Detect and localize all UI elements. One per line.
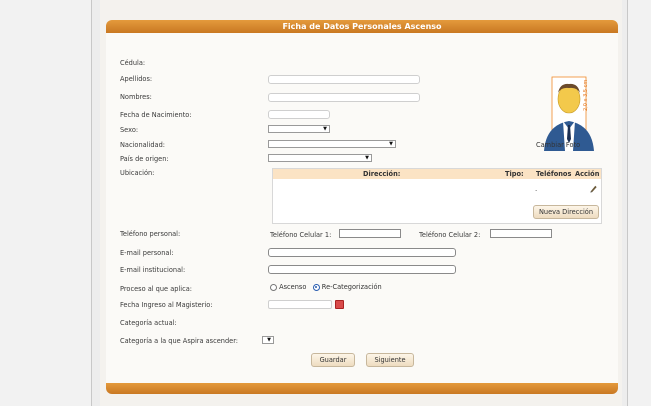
email-personal-input[interactable]	[268, 248, 456, 257]
ascenso-label: Ascenso	[279, 283, 307, 291]
nacionalidad-select[interactable]: ▼	[268, 140, 396, 148]
nombres-input[interactable]	[268, 93, 420, 102]
chevron-down-icon: ▼	[365, 155, 369, 161]
fecha-ingreso-input[interactable]	[268, 300, 332, 309]
nacionalidad-label: Nacionalidad:	[120, 141, 165, 149]
form-title: Ficha de Datos Personales Ascenso	[106, 20, 618, 33]
proceso-radio-group: Ascenso Re-Categorización	[270, 283, 382, 291]
right-margin	[627, 0, 651, 406]
change-photo-link[interactable]: Cambiar Foto	[536, 141, 580, 149]
recategorizacion-label: Re-Categorización	[321, 283, 382, 291]
nombres-label: Nombres:	[120, 93, 152, 101]
celular1-label: Teléfono Celular 1:	[270, 231, 332, 239]
col-telefonos: Teléfonos	[536, 170, 572, 178]
address-row-marker: .	[535, 185, 538, 193]
chevron-down-icon: ▼	[389, 141, 393, 147]
recategorizacion-radio[interactable]	[312, 283, 320, 291]
left-margin	[0, 0, 92, 406]
nueva-direccion-button[interactable]: Nueva Dirección	[533, 205, 599, 219]
guardar-button[interactable]: Guardar	[311, 353, 355, 367]
email-institucional-label: E-mail institucional:	[120, 266, 186, 274]
form-footer-bar	[106, 383, 618, 394]
chevron-down-icon: ▼	[267, 337, 271, 343]
ascenso-radio[interactable]	[270, 283, 277, 291]
sexo-select[interactable]: ▼	[268, 125, 330, 133]
fecha-nacimiento-input[interactable]	[268, 110, 330, 119]
col-tipo: Tipo:	[505, 170, 524, 178]
apellidos-label: Apellidos:	[120, 75, 153, 83]
fecha-ingreso-label: Fecha Ingreso al Magisterio:	[120, 301, 213, 309]
celular2-input[interactable]	[490, 229, 552, 238]
calendar-icon[interactable]	[335, 300, 344, 309]
form-panel: Ficha de Datos Personales Ascenso Cédula…	[100, 0, 622, 406]
categoria-aspira-label: Categoría a la que Aspira ascender:	[120, 337, 239, 345]
proceso-label: Proceso al que aplica:	[120, 285, 192, 293]
personal-data-form: Cédula: Apellidos: Nombres: Fecha de Nac…	[106, 33, 618, 383]
email-institucional-input[interactable]	[268, 265, 456, 274]
chevron-down-icon: ▼	[323, 126, 327, 132]
pais-origen-label: País de origen:	[120, 155, 169, 163]
pais-origen-select[interactable]: ▼	[268, 154, 372, 162]
telefono-personal-label: Teléfono personal:	[120, 230, 181, 238]
address-table: Dirección: Tipo: Teléfonos Acción . Nuev…	[272, 168, 602, 224]
cedula-label: Cédula:	[120, 59, 146, 67]
apellidos-input[interactable]	[268, 75, 420, 84]
edit-pencil-icon[interactable]	[589, 184, 598, 193]
col-accion: Acción	[575, 170, 600, 178]
ubicacion-label: Ubicación:	[120, 169, 155, 177]
photo-size-badge: 2,0 x 3,5 cm	[583, 79, 589, 111]
sexo-label: Sexo:	[120, 126, 139, 134]
address-table-header: Dirección: Tipo: Teléfonos Acción	[273, 169, 601, 179]
categoria-aspira-select[interactable]: ▼	[262, 336, 274, 344]
email-personal-label: E-mail personal:	[120, 249, 174, 257]
siguiente-button[interactable]: Siguiente	[366, 353, 414, 367]
col-direccion: Dirección:	[363, 170, 401, 178]
celular2-label: Teléfono Celular 2:	[419, 231, 481, 239]
categoria-actual-label: Categoría actual:	[120, 319, 177, 327]
celular1-input[interactable]	[339, 229, 401, 238]
fecha-nacimiento-label: Fecha de Nacimiento:	[120, 111, 192, 119]
